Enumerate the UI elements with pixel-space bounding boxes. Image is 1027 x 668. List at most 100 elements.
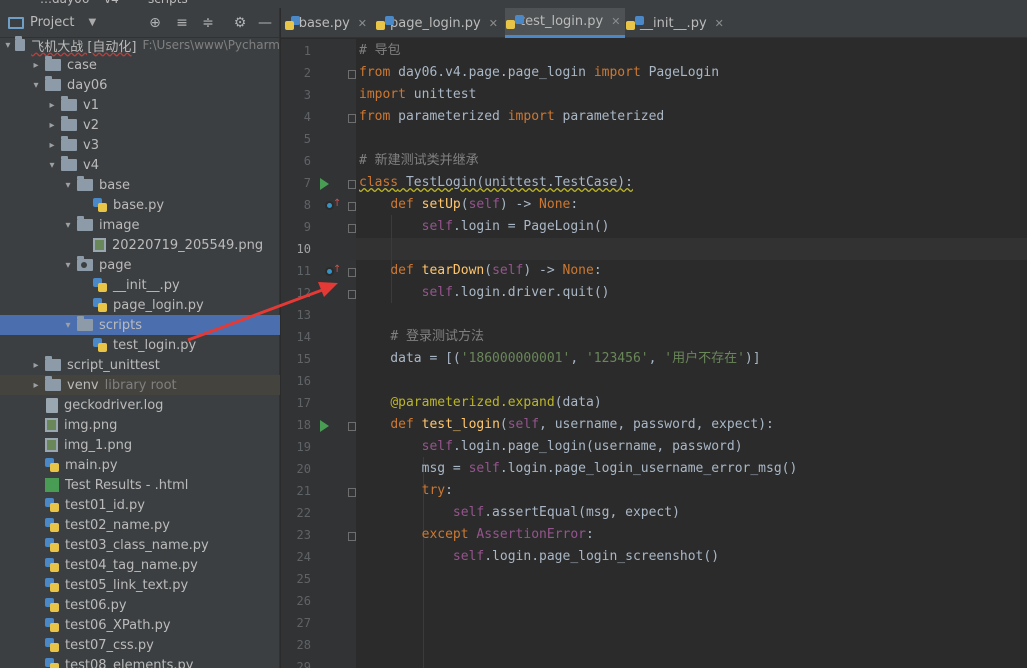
code-line[interactable]: # 新建测试类并继承	[359, 150, 479, 172]
fold-marker-icon[interactable]	[348, 422, 356, 431]
fold-marker-icon[interactable]	[348, 268, 356, 277]
tree-item[interactable]: test03_class_name.py	[0, 535, 280, 555]
expand-all-icon[interactable]: ≡	[173, 13, 191, 33]
tree-item[interactable]: ▸ venv library root	[0, 375, 280, 395]
close-icon[interactable]: ✕	[358, 17, 367, 30]
chevron-down-icon[interactable]: ▾	[62, 180, 74, 191]
run-icon[interactable]	[320, 420, 329, 432]
chevron-down-icon[interactable]: ▾	[4, 40, 12, 51]
fold-marker-icon[interactable]	[348, 70, 356, 79]
tree-item[interactable]: ▾ base	[0, 175, 280, 195]
tree-item[interactable]: ▸ v3	[0, 135, 280, 155]
fold-marker-icon[interactable]	[348, 290, 356, 299]
tree-item[interactable]: ▾ image	[0, 215, 280, 235]
tree-item[interactable]: ▸ v2	[0, 115, 280, 135]
tree-item[interactable]: test_login.py	[0, 335, 280, 355]
close-icon[interactable]: ✕	[715, 17, 724, 30]
code-line[interactable]: def test_login(self, username, password,…	[359, 414, 774, 436]
code-line[interactable]: # 导包	[359, 40, 401, 62]
tree-item[interactable]: img_1.png	[0, 435, 280, 455]
code-line[interactable]: def tearDown(self) -> None:	[359, 260, 601, 282]
tree-item[interactable]: ▾ scripts	[0, 315, 280, 335]
chevron-right-icon[interactable]: ▸	[30, 380, 42, 391]
fold-marker-icon[interactable]	[348, 180, 356, 189]
tree-item[interactable]: ▸ case	[0, 55, 280, 75]
fold-marker-icon[interactable]	[348, 488, 356, 497]
folder-icon	[45, 376, 61, 391]
code-line[interactable]: from day06.v4.page.page_login import Pag…	[359, 62, 719, 84]
code-line[interactable]: except AssertionError:	[359, 524, 594, 546]
chevron-down-icon[interactable]: ▾	[62, 320, 74, 331]
tree-item[interactable]: test07_css.py	[0, 635, 280, 655]
breadcrumb-item[interactable]: …	[40, 0, 52, 6]
chevron-right-icon[interactable]: ▸	[30, 360, 42, 371]
code-line[interactable]: # 登录测试方法	[359, 326, 484, 348]
tree-item[interactable]: ▾ day06	[0, 75, 280, 95]
code-line[interactable]: msg = self.login.page_login_username_err…	[359, 458, 798, 480]
tree-item[interactable]: Test Results - .html	[0, 475, 280, 495]
tree-item[interactable]: page_login.py	[0, 295, 280, 315]
code-editor[interactable]: 1 2 3 4 5 6 7 8 9 10 11 12 13 14 15 16 17 18 19 20 21 22 23 24 2…	[281, 39, 1027, 668]
editor-tab[interactable]: base.py ✕	[281, 8, 375, 38]
chevron-right-icon[interactable]: ▸	[46, 140, 58, 151]
chevron-right-icon[interactable]: ▸	[46, 100, 58, 111]
code-line[interactable]: def setUp(self) -> None:	[359, 194, 578, 216]
close-icon[interactable]: ✕	[611, 15, 620, 28]
editor-tab[interactable]: page_login.py ✕	[375, 8, 505, 38]
tree-item[interactable]: ▸ script_unittest	[0, 355, 280, 375]
fold-marker-icon[interactable]	[348, 114, 356, 123]
tree-item[interactable]: ▾ v4	[0, 155, 280, 175]
tree-item[interactable]: test08_elements.py	[0, 655, 280, 668]
code-line[interactable]: class TestLogin(unittest.TestCase):	[359, 172, 633, 194]
tree-item[interactable]: __init__.py	[0, 275, 280, 295]
tree-item[interactable]: base.py	[0, 195, 280, 215]
editor-tab[interactable]: __init__.py ✕	[625, 8, 725, 38]
chevron-down-icon[interactable]: ▾	[30, 80, 42, 91]
tree-item-label: script_unittest	[67, 357, 160, 373]
breadcrumb-item[interactable]: scripts	[148, 0, 188, 6]
code-line[interactable]: self.login.page_login_screenshot()	[359, 546, 719, 568]
chevron-down-icon[interactable]: ▾	[46, 160, 58, 171]
code-line[interactable]: import unittest	[359, 84, 476, 106]
tree-item[interactable]: ▸ v1	[0, 95, 280, 115]
tree-item[interactable]: 20220719_205549.png	[0, 235, 280, 255]
collapse-all-icon[interactable]: ≑	[199, 13, 217, 33]
tree-item[interactable]: test06.py	[0, 595, 280, 615]
code-line[interactable]: self.assertEqual(msg, expect)	[359, 502, 680, 524]
chevron-right-icon[interactable]: ▸	[46, 120, 58, 131]
tree-item[interactable]: test01_id.py	[0, 495, 280, 515]
tree-root[interactable]: ▾ 飞机大战 [自动化] F:\Users\www\Pycharm	[0, 35, 280, 55]
tree-item[interactable]: ▾ page	[0, 255, 280, 275]
chevron-right-icon[interactable]: ▸	[30, 60, 42, 71]
code-line[interactable]: from parameterized import parameterized	[359, 106, 664, 128]
tree-item[interactable]: geckodriver.log	[0, 395, 280, 415]
gear-icon[interactable]: ⚙	[231, 13, 249, 33]
code-line[interactable]: self.login = PageLogin()	[359, 216, 610, 238]
tree-item[interactable]: main.py	[0, 455, 280, 475]
chevron-down-icon[interactable]: ▼	[88, 17, 96, 28]
breadcrumb-item[interactable]: v4	[104, 0, 119, 6]
fold-marker-icon[interactable]	[348, 224, 356, 233]
tree-item[interactable]: test05_link_text.py	[0, 575, 280, 595]
chevron-down-icon[interactable]: ▾	[62, 220, 74, 231]
code-line[interactable]: self.login.page_login(username, password…	[359, 436, 743, 458]
line-number: 21	[296, 484, 311, 498]
code-line[interactable]: data = [('186000000001', '123456', '用户不存…	[359, 348, 760, 370]
fold-marker-icon[interactable]	[348, 202, 356, 211]
breadcrumb-item[interactable]: day06	[52, 0, 89, 6]
run-icon[interactable]	[320, 178, 329, 190]
editor-tab[interactable]: test_login.py ✕	[505, 8, 625, 38]
hide-icon[interactable]: —	[256, 13, 274, 33]
code-line[interactable]: @parameterized.expand(data)	[359, 392, 601, 414]
code-line[interactable]: self.login.driver.quit()	[359, 282, 610, 304]
close-icon[interactable]: ✕	[489, 17, 498, 30]
project-title[interactable]: Project	[30, 15, 74, 30]
chevron-down-icon[interactable]: ▾	[62, 260, 74, 271]
tree-item[interactable]: test06_XPath.py	[0, 615, 280, 635]
tree-item[interactable]: test02_name.py	[0, 515, 280, 535]
fold-marker-icon[interactable]	[348, 532, 356, 541]
tree-item[interactable]: img.png	[0, 415, 280, 435]
locate-file-icon[interactable]: ⊕	[146, 13, 164, 33]
code-line[interactable]: try:	[359, 480, 453, 502]
tree-item[interactable]: test04_tag_name.py	[0, 555, 280, 575]
